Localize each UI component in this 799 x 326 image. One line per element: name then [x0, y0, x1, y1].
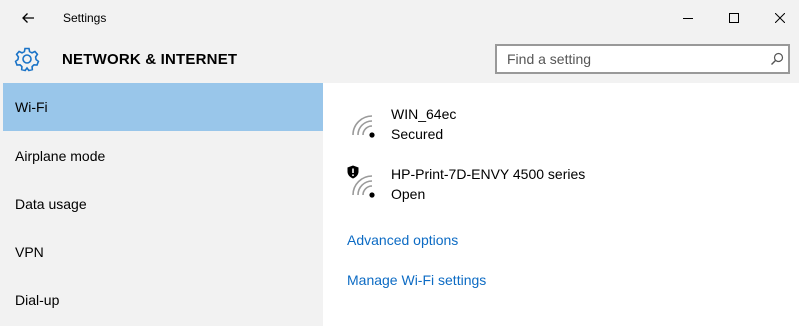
search-icon[interactable]: [770, 52, 784, 66]
network-status: Secured: [391, 126, 444, 142]
sidebar-item-label: Airplane mode: [15, 148, 106, 164]
maximize-button[interactable]: [711, 0, 757, 36]
main-content: WIN_64ec Secured HP-Print-7D-ENVY 4500 s…: [323, 83, 799, 326]
sidebar-item-data-usage[interactable]: Data usage: [0, 180, 323, 228]
maximize-icon: [729, 13, 739, 23]
gear-icon: [14, 47, 40, 72]
sidebar: Wi-Fi Airplane mode Data usage VPN Dial-…: [0, 83, 323, 326]
minimize-button[interactable]: [665, 0, 711, 36]
wifi-signal-icon: [352, 175, 375, 198]
close-button[interactable]: [757, 0, 799, 36]
advanced-options-link[interactable]: Advanced options: [347, 232, 458, 248]
network-status: Open: [391, 186, 426, 202]
network-name: WIN_64ec: [391, 106, 457, 122]
close-icon: [775, 13, 785, 23]
sidebar-item-label: Wi-Fi: [15, 99, 48, 115]
page-header: NETWORK & INTERNET: [0, 36, 799, 83]
network-name: HP-Print-7D-ENVY 4500 series: [391, 166, 586, 182]
title-bar: Settings: [0, 0, 799, 36]
manage-wifi-settings-link[interactable]: Manage Wi-Fi settings: [347, 272, 486, 288]
sidebar-item-airplane-mode[interactable]: Airplane mode: [0, 132, 323, 180]
window-title: Settings: [63, 11, 107, 25]
back-button[interactable]: [8, 4, 48, 32]
search-input[interactable]: [497, 46, 767, 72]
network-item-hp-print[interactable]: HP-Print-7D-ENVY 4500 series Open: [323, 163, 799, 207]
back-arrow-icon: [22, 13, 34, 23]
sidebar-item-vpn[interactable]: VPN: [0, 228, 323, 276]
sidebar-item-label: Data usage: [15, 196, 87, 212]
search-box[interactable]: [495, 44, 790, 74]
network-item-win-64ec[interactable]: WIN_64ec Secured: [323, 103, 799, 147]
page-title: NETWORK & INTERNET: [62, 51, 238, 68]
sidebar-item-label: VPN: [15, 244, 44, 260]
sidebar-item-label: Dial-up: [15, 292, 60, 308]
minimize-icon: [683, 18, 693, 19]
sidebar-item-wifi[interactable]: Wi-Fi: [3, 83, 323, 131]
wifi-signal-icon: [352, 115, 375, 138]
sidebar-item-dial-up[interactable]: Dial-up: [0, 276, 323, 324]
